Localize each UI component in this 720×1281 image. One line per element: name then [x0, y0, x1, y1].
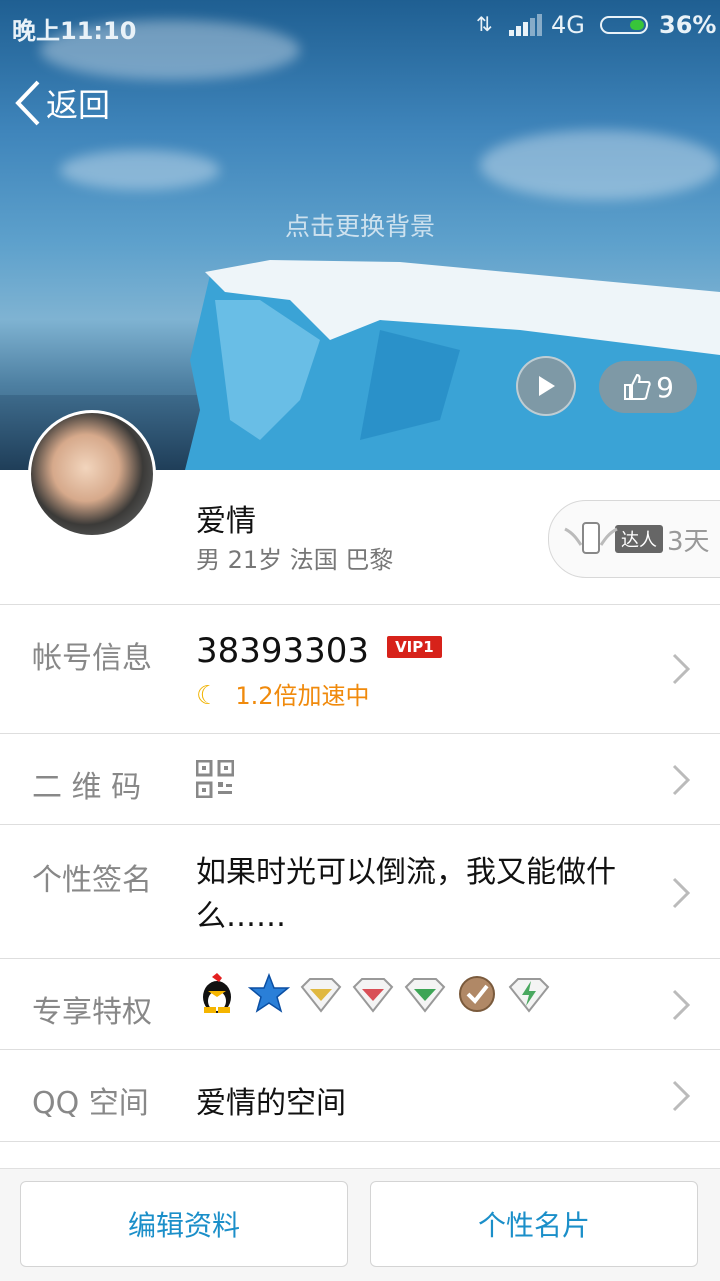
red-diamond-icon [352, 973, 394, 1015]
moon-icon: ☾ [196, 681, 220, 711]
qzone-label: QQ 空间 [32, 1086, 149, 1121]
yellow-diamond-icon [300, 973, 342, 1015]
bottom-action-bar: 编辑资料 个性名片 [0, 1168, 720, 1281]
edit-profile-button[interactable]: 编辑资料 [20, 1181, 348, 1267]
privileges-label: 专享特权 [32, 995, 152, 1030]
status-bar: 晚上11:10 ⇅ 4G 36% [0, 0, 720, 50]
back-button[interactable]: 返回 [14, 80, 110, 126]
play-icon [539, 376, 555, 396]
network-type: 4G [551, 11, 585, 39]
battery-icon [600, 16, 648, 34]
signal-icon [509, 14, 542, 36]
account-info-row[interactable]: 帐号信息 38393303 VIP1 [0, 604, 720, 734]
personal-card-button[interactable]: 个性名片 [370, 1181, 698, 1267]
winged-phone-icon [564, 522, 618, 554]
green-diamond-icon [404, 973, 446, 1015]
expert-label: 达人 [615, 525, 663, 553]
like-button[interactable]: 9 [599, 361, 697, 413]
thumbs-up-icon [624, 373, 651, 400]
account-number: 38393303 VIP1 [196, 631, 442, 671]
signature-text: 如果时光可以倒流，我又能做什么…… [196, 855, 616, 934]
account-info-label: 帐号信息 [32, 641, 152, 676]
play-button[interactable] [516, 356, 576, 416]
chevron-right-icon [672, 1080, 690, 1112]
qzone-value: 爱情的空间 [196, 1086, 346, 1121]
change-background-hint[interactable]: 点击更换背景 [0, 207, 720, 243]
like-count: 9 [656, 370, 674, 404]
chevron-right-icon [672, 653, 690, 685]
profile-name: 爱情 [196, 504, 256, 539]
blue-star-icon [247, 972, 291, 1015]
qq-penguin-icon [196, 973, 238, 1015]
chevron-right-icon [672, 877, 690, 909]
back-label: 返回 [46, 86, 111, 124]
signature-label: 个性签名 [32, 863, 152, 898]
expert-days: 3天 [667, 526, 710, 557]
avatar[interactable] [28, 410, 156, 538]
qzone-row[interactable]: QQ 空间 爱情的空间 [0, 1049, 720, 1142]
profile-details: 男 21岁 法国 巴黎 [196, 546, 394, 574]
expert-badge-button[interactable]: 达人 3天 [548, 500, 720, 578]
qr-code-row[interactable]: 二 维 码 [0, 733, 720, 825]
qr-code-icon [196, 760, 234, 798]
lightning-diamond-icon [508, 973, 550, 1015]
status-time: 晚上11:10 [12, 17, 137, 45]
chevron-right-icon [672, 764, 690, 796]
chevron-left-icon [15, 80, 40, 126]
data-arrows-icon: ⇅ [476, 12, 493, 36]
chevron-right-icon [672, 989, 690, 1021]
vip-badge: VIP1 [387, 635, 442, 658]
signature-row[interactable]: 个性签名 如果时光可以倒流，我又能做什么…… [0, 824, 720, 959]
qr-code-label: 二 维 码 [32, 770, 142, 805]
battery-percent: 36% [659, 11, 717, 39]
privilege-icons [196, 972, 550, 1015]
speed-status: ☾ 1.2倍加速中 [196, 681, 370, 711]
brown-check-icon [456, 973, 498, 1015]
